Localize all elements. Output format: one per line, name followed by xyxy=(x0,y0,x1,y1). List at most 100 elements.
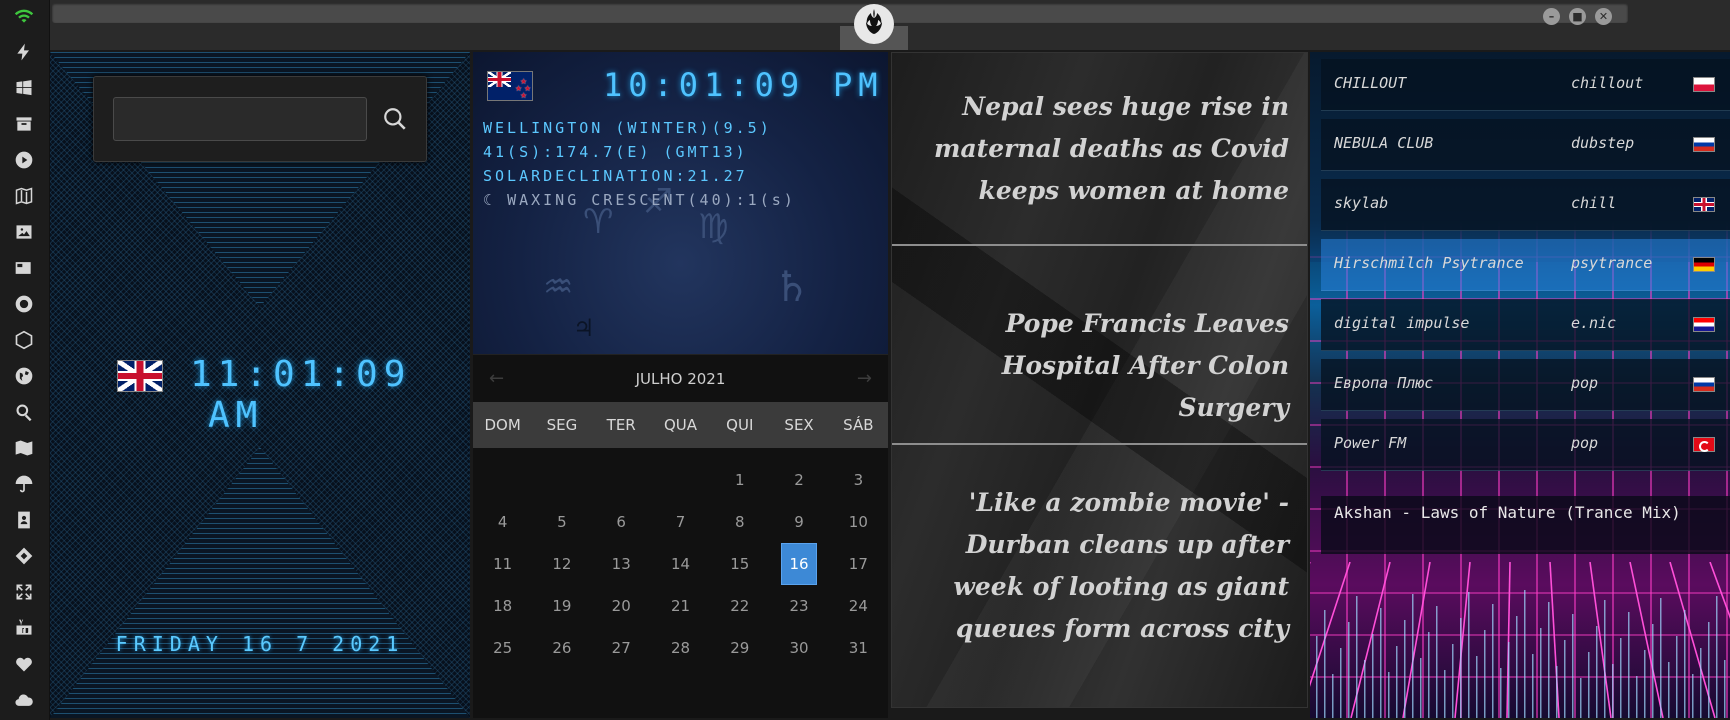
station-item[interactable]: skylab chill xyxy=(1321,179,1730,231)
calendar-day[interactable]: 2 xyxy=(769,459,828,501)
calendar-day[interactable]: 31 xyxy=(829,627,888,669)
station-item[interactable]: Европа Плюс pop xyxy=(1321,359,1730,411)
close-button[interactable]: ✕ xyxy=(1595,8,1612,25)
calendar-day[interactable]: 20 xyxy=(592,585,651,627)
search-icon[interactable] xyxy=(13,401,35,423)
visualizer-bar xyxy=(1404,620,1406,718)
calendar-day[interactable]: 5 xyxy=(532,501,591,543)
nz-flag-icon: ★ ★ ★ ★ xyxy=(487,71,533,101)
visualizer-bar xyxy=(1444,670,1446,718)
calendar-day[interactable]: 6 xyxy=(592,501,651,543)
calendar-day[interactable]: 21 xyxy=(651,585,710,627)
calendar-blank xyxy=(473,459,532,501)
visualizer-bar xyxy=(1508,642,1510,718)
link-icon[interactable] xyxy=(13,545,35,567)
calendar-day[interactable]: 17 xyxy=(829,543,888,585)
rebel-hex-icon[interactable] xyxy=(13,329,35,351)
de-flag-icon xyxy=(1693,257,1715,272)
calendar-day[interactable]: 25 xyxy=(473,627,532,669)
wifi-icon[interactable] xyxy=(13,5,35,27)
minimize-button[interactable]: – xyxy=(1543,8,1560,25)
visualizer-bar xyxy=(1668,662,1670,718)
station-item[interactable]: Hirschmilch Psytrance psytrance xyxy=(1321,239,1730,291)
top-bar: – ■ ✕ xyxy=(50,0,1730,50)
calendar-day[interactable]: 19 xyxy=(532,585,591,627)
visualizer-bar xyxy=(1692,674,1694,718)
world-clock-calendar-panel: ♈ ♐ ♍ ♒ ♄ ♃ ★ ★ ★ ★ 10:01:09 PM WELLINGT… xyxy=(473,52,888,718)
visualizer-bar xyxy=(1340,648,1342,718)
local-date: FRIDAY 16 7 2021 xyxy=(115,632,405,656)
visualizer-bar xyxy=(1644,650,1646,718)
now-playing: Akshan - Laws of Nature (Trance Mix) xyxy=(1321,496,1730,554)
windows-icon[interactable] xyxy=(13,77,35,99)
expand-icon[interactable] xyxy=(13,581,35,603)
station-genre: psytrance xyxy=(1571,254,1653,272)
station-item[interactable]: CHILLOUT chillout xyxy=(1321,59,1730,111)
calendar-day[interactable]: 11 xyxy=(473,543,532,585)
news-headline[interactable]: Nepal sees huge rise in maternal deaths … xyxy=(909,86,1289,212)
map-icon[interactable] xyxy=(13,437,35,459)
station-item[interactable]: Power FM pop xyxy=(1321,419,1730,471)
youtube-icon[interactable] xyxy=(13,617,35,639)
moon-icon: ☾ xyxy=(483,191,496,209)
image-icon[interactable] xyxy=(13,221,35,243)
local-ampm: AM xyxy=(208,395,264,436)
calendar-day[interactable]: 23 xyxy=(769,585,828,627)
calendar-day[interactable]: 27 xyxy=(592,627,651,669)
station-genre: pop xyxy=(1571,434,1599,452)
bolt-icon[interactable] xyxy=(13,41,35,63)
calendar-day[interactable]: 15 xyxy=(710,543,769,585)
calendar-day[interactable]: 4 xyxy=(473,501,532,543)
calendar-day[interactable]: 1 xyxy=(710,459,769,501)
calendar-day[interactable]: 8 xyxy=(710,501,769,543)
calendar-day-selected[interactable]: 16 xyxy=(781,543,817,585)
maximize-button[interactable]: ■ xyxy=(1569,8,1586,25)
news-headline[interactable]: 'Like a zombie movie' - Durban cleans up… xyxy=(909,482,1289,650)
visualizer-bar xyxy=(1716,596,1718,718)
news-icon[interactable] xyxy=(13,257,35,279)
calendar-day[interactable]: 7 xyxy=(651,501,710,543)
search-button[interactable] xyxy=(375,97,415,141)
globe-icon[interactable] xyxy=(13,365,35,387)
moon-phase-line: ☾ WAXING CRESCENT(40):1(s) xyxy=(483,191,796,209)
empire-icon[interactable] xyxy=(13,293,35,315)
contacts-icon[interactable] xyxy=(13,509,35,531)
calendar-day[interactable]: 3 xyxy=(829,459,888,501)
world-coords-line: 41(S):174.7(E) (GMT13) xyxy=(483,143,748,161)
visualizer-bar xyxy=(1476,656,1478,718)
calendar-day[interactable]: 26 xyxy=(532,627,591,669)
calendar-day[interactable]: 22 xyxy=(710,585,769,627)
calendar-prev-button[interactable]: ← xyxy=(489,368,504,389)
cloud-icon[interactable] xyxy=(13,689,35,711)
address-bar[interactable] xyxy=(52,3,1628,23)
calendar-header: ← JULHO 2021 → xyxy=(473,354,888,402)
calendar-day[interactable]: 24 xyxy=(829,585,888,627)
calendar-next-button[interactable]: → xyxy=(857,368,872,389)
calendar-day[interactable]: 14 xyxy=(651,543,710,585)
calendar-day[interactable]: 12 xyxy=(532,543,591,585)
play-icon[interactable] xyxy=(13,149,35,171)
calendar-day[interactable]: 13 xyxy=(592,543,651,585)
visualizer-bar xyxy=(1348,622,1350,718)
umbrella-icon[interactable] xyxy=(13,473,35,495)
visualizer-bar xyxy=(1316,636,1318,718)
calendar-blank xyxy=(532,459,591,501)
archive-icon[interactable] xyxy=(13,113,35,135)
station-item[interactable]: NEBULA CLUB dubstep xyxy=(1321,119,1730,171)
world-clock: ♈ ♐ ♍ ♒ ♄ ♃ ★ ★ ★ ★ 10:01:09 PM WELLINGT… xyxy=(473,52,888,354)
search-input[interactable] xyxy=(113,97,367,141)
map-book-icon[interactable] xyxy=(13,185,35,207)
calendar-day[interactable]: 18 xyxy=(473,585,532,627)
calendar-day[interactable]: 10 xyxy=(829,501,888,543)
news-headline[interactable]: Pope Francis Leaves Hospital After Colon… xyxy=(909,303,1289,429)
calendar-day[interactable]: 29 xyxy=(710,627,769,669)
visualizer-bar xyxy=(1660,598,1662,718)
calendar-day[interactable]: 30 xyxy=(769,627,828,669)
zodiac-virgo-icon: ♍ xyxy=(698,207,729,247)
station-name: Европа Плюс xyxy=(1334,374,1434,392)
calendar-day[interactable]: 9 xyxy=(769,501,828,543)
heart-icon[interactable] xyxy=(13,653,35,675)
calendar-day[interactable]: 28 xyxy=(651,627,710,669)
station-item[interactable]: digital impulse e.nic xyxy=(1321,299,1730,351)
calendar-grid: 1 2 3 4 5 6 7 8 9 10 11 12 13 14 15 16 17 18 19 20 21 22 23 24 2… xyxy=(473,459,888,669)
